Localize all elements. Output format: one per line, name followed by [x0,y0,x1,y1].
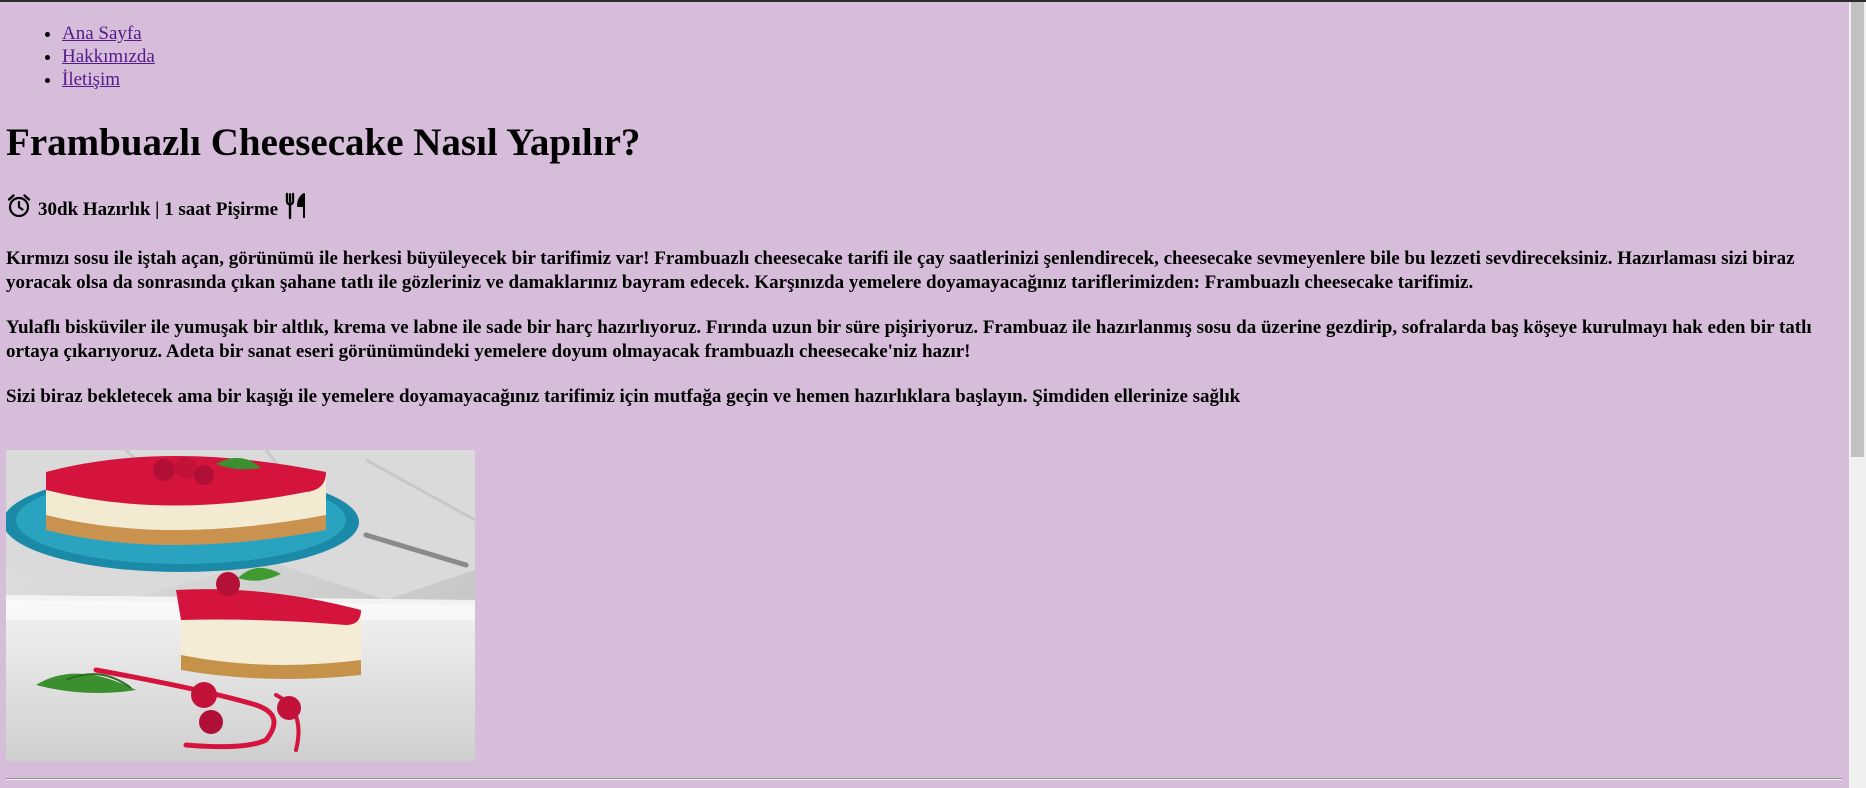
vertical-scrollbar[interactable] [1849,2,1866,788]
alarm-clock-icon [6,193,32,227]
scrollbar-thumb[interactable] [1851,2,1864,457]
nav-link-about[interactable]: Hakkımızda [62,46,155,67]
nav-link-home[interactable]: Ana Sayfa [62,23,142,44]
method-paragraph: Yulaflı bisküviler ile yumuşak bir altlı… [6,317,1812,362]
page-title: Frambuazlı Cheesecake Nasıl Yapılır? [6,121,641,164]
intro-paragraph: Kırmızı sosu ile iştah açan, görünümü il… [6,248,1795,293]
recipe-meta: 30dk Hazırlık | 1 saat Pişirme [6,192,310,228]
nav-item-home: Ana Sayfa [62,22,155,45]
fork-knife-icon [284,192,310,228]
nav-item-contact: İletişim [62,68,155,91]
closing-paragraph: Sizi biraz bekletecek ama bir kaşığı ile… [6,386,1241,407]
horizontal-divider [6,778,1842,780]
cheesecake-photo [6,450,475,761]
recipe-meta-text: 30dk Hazırlık | 1 saat Pişirme [38,199,279,220]
nav-item-about: Hakkımızda [62,45,155,68]
nav-link-contact[interactable]: İletişim [62,69,120,90]
nav-list: Ana Sayfa Hakkımızda İletişim [12,22,155,91]
